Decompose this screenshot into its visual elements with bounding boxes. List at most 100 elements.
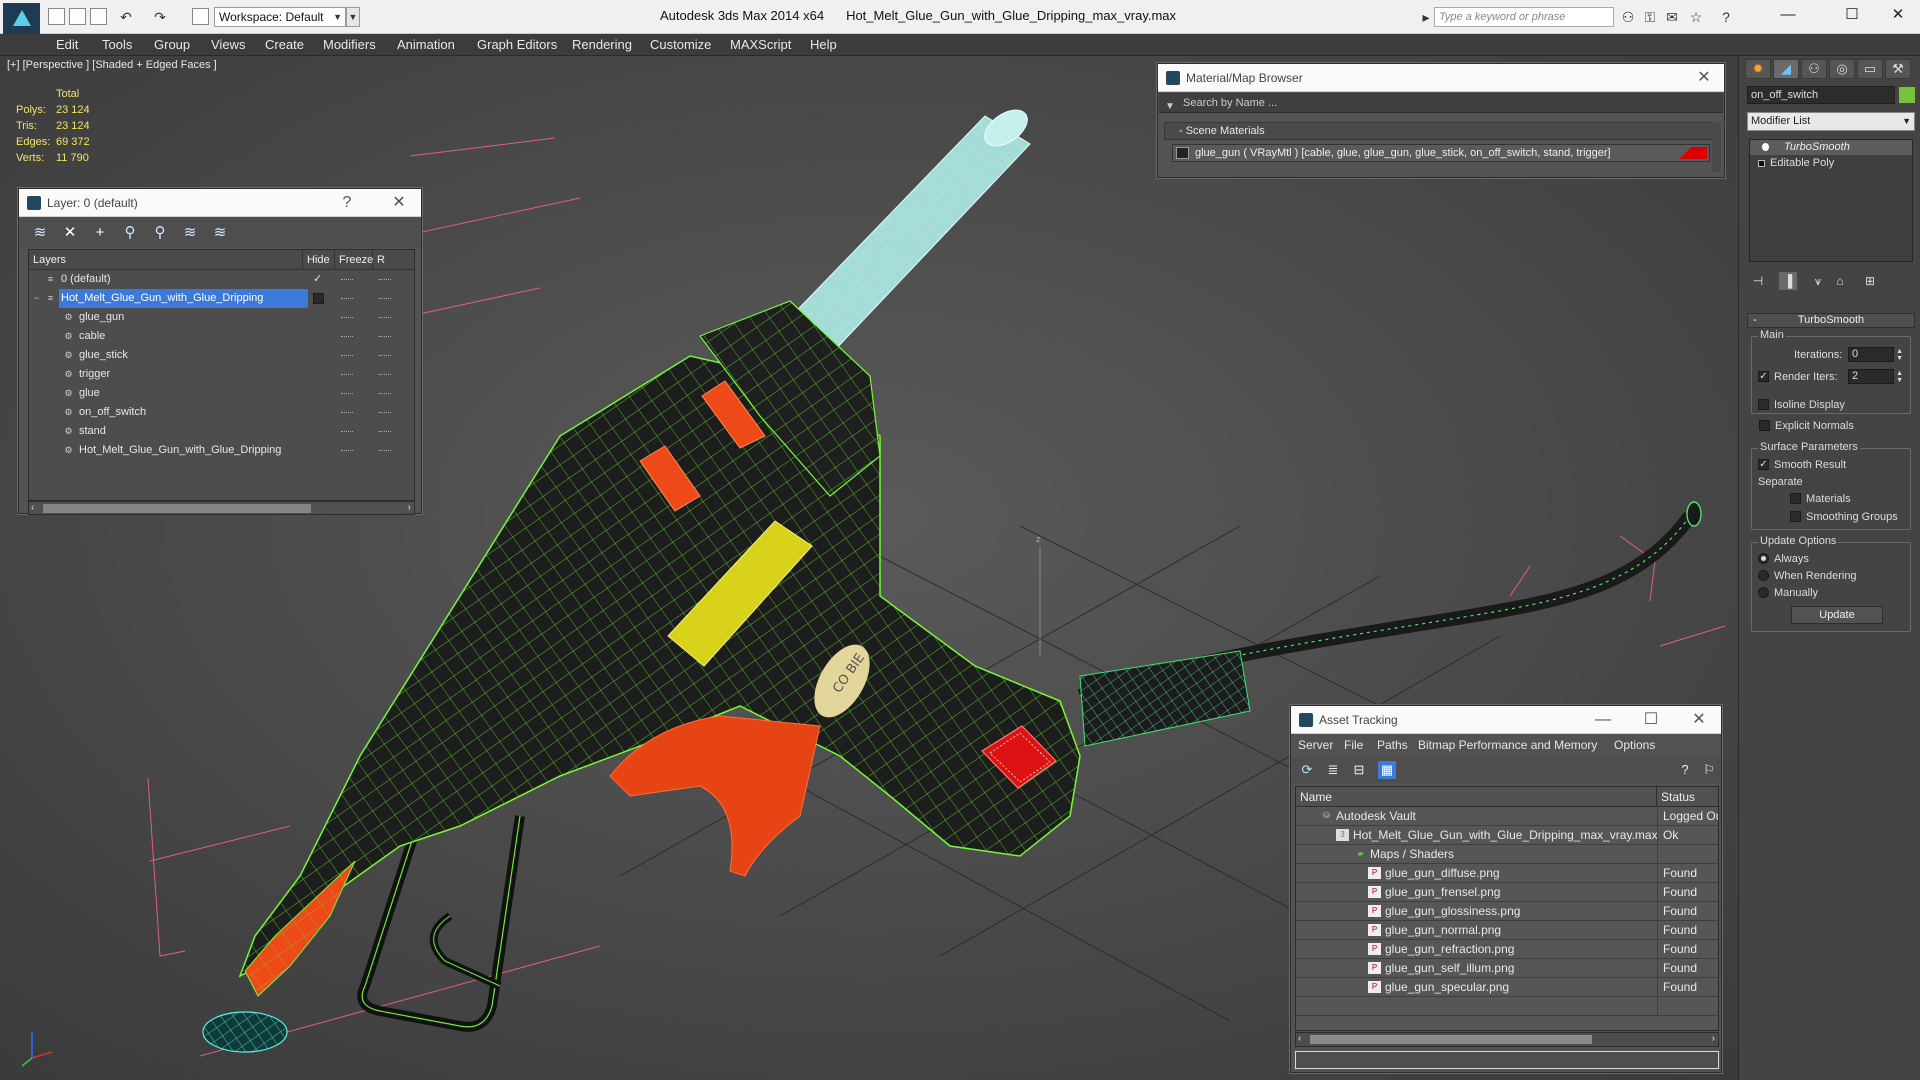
freeze-toggle[interactable] — [379, 412, 391, 413]
modifier-on-icon[interactable] — [1762, 143, 1769, 151]
make-unique-icon[interactable]: ⩛ — [1809, 272, 1827, 290]
update-always-radio[interactable] — [1758, 553, 1769, 564]
hierarchy-tab-icon[interactable]: ⚇ — [1801, 59, 1827, 79]
project-folder-icon[interactable] — [192, 8, 209, 25]
freeze-toggle[interactable] — [379, 317, 391, 318]
menu-group[interactable]: Group — [154, 34, 190, 56]
material-browser-titlebar[interactable]: Material/Map Browser ✕ — [1158, 64, 1724, 92]
minimize-button[interactable]: — — [1589, 706, 1617, 734]
hide-toggle[interactable] — [341, 279, 353, 280]
communication-center-icon[interactable]: ✉ — [1664, 9, 1680, 25]
close-button[interactable]: ✕ — [1880, 4, 1916, 26]
asset-table-scrollbar[interactable]: ‹ › — [1295, 1032, 1719, 1047]
layer-row-object[interactable]: ⚙ Hot_Melt_Glue_Gun_with_Glue_Dripping — [29, 441, 414, 460]
layer-row-object[interactable]: ⚙ stand — [29, 422, 414, 441]
motion-tab-icon[interactable]: ◎ — [1829, 59, 1855, 79]
open-file-icon[interactable] — [69, 8, 86, 25]
hide-toggle[interactable] — [341, 412, 353, 413]
close-icon[interactable]: ✕ — [385, 189, 413, 217]
close-icon[interactable]: ✕ — [1685, 706, 1713, 734]
asset-row-map[interactable]: P glue_gun_specular.png Found — [1296, 978, 1718, 997]
minimize-button[interactable]: — — [1770, 4, 1806, 26]
current-layer-check-icon[interactable]: ✓ — [313, 270, 322, 289]
create-tab-icon[interactable]: ✹ — [1745, 59, 1771, 79]
freeze-toggle[interactable] — [379, 374, 391, 375]
asset-row-max-file[interactable]: 3 Hot_Melt_Glue_Gun_with_Glue_Dripping_m… — [1296, 826, 1718, 845]
scroll-left-icon[interactable]: ‹ — [31, 502, 34, 513]
freeze-toggle[interactable] — [379, 450, 391, 451]
collapse-icon[interactable]: − — [31, 293, 42, 304]
explicit-normals-checkbox[interactable] — [1759, 420, 1770, 431]
menu-customize[interactable]: Customize — [650, 34, 711, 56]
app-logo-icon[interactable] — [3, 3, 40, 35]
menu-maxscript[interactable]: MAXScript — [730, 34, 791, 56]
remove-modifier-icon[interactable]: ⌂ — [1831, 272, 1849, 290]
spinner-arrows-icon[interactable]: ▲ ▼ — [1896, 348, 1903, 362]
search-expand-icon[interactable]: ▸ — [1418, 9, 1434, 25]
turbosmooth-rollout-header[interactable]: - TurboSmooth — [1747, 313, 1915, 328]
layer-row-object[interactable]: ⚙ cable — [29, 327, 414, 346]
workspace-select[interactable]: Workspace: Default ▼ — [214, 7, 346, 27]
update-button[interactable]: Update — [1791, 606, 1883, 624]
update-when-rendering-radio[interactable] — [1758, 570, 1769, 581]
hide-toggle[interactable] — [341, 355, 353, 356]
hide-toggle[interactable] — [341, 298, 353, 299]
layer-list-scrollbar[interactable]: ‹ › — [28, 501, 415, 515]
menu-create[interactable]: Create — [265, 34, 304, 56]
refresh-icon[interactable]: ⟳ — [1298, 761, 1316, 779]
layer-row-default[interactable]: ≡ 0 (default) ✓ — [29, 270, 414, 289]
add-to-layer-icon[interactable]: + — [90, 223, 110, 243]
menu-bitmap-performance[interactable]: Bitmap Performance and Memory — [1418, 735, 1597, 755]
layer-row-object[interactable]: ⚙ glue — [29, 384, 414, 403]
configure-sets-icon[interactable]: ⊞ — [1861, 272, 1879, 290]
expand-icon[interactable] — [1758, 160, 1765, 167]
scroll-thumb[interactable] — [1310, 1035, 1592, 1044]
utilities-tab-icon[interactable]: ⚒ — [1885, 59, 1911, 79]
col-name[interactable]: Name — [1296, 787, 1657, 807]
stack-item-turbosmooth[interactable]: TurboSmooth — [1750, 140, 1912, 155]
menu-tools[interactable]: Tools — [102, 34, 132, 56]
menu-rendering[interactable]: Rendering — [572, 34, 632, 56]
layer-row-object[interactable]: ⚙ trigger — [29, 365, 414, 384]
col-freeze[interactable]: Freeze — [335, 250, 373, 270]
freeze-toggle[interactable] — [379, 279, 391, 280]
hide-toggle[interactable] — [341, 431, 353, 432]
stack-item-editable-poly[interactable]: Editable Poly — [1750, 156, 1912, 171]
display-tab-icon[interactable]: ▭ — [1857, 59, 1883, 79]
binoculars-icon[interactable]: ⚇ — [1620, 9, 1636, 25]
menu-help[interactable]: Help — [810, 34, 837, 56]
layer-manager-titlebar[interactable]: Layer: 0 (default) ? ✕ — [19, 189, 421, 217]
scroll-thumb[interactable] — [43, 504, 311, 513]
freeze-toggle[interactable] — [379, 298, 391, 299]
iterations-spinner[interactable]: 0 ▲ ▼ — [1848, 347, 1903, 362]
separate-smoothing-groups-checkbox[interactable] — [1790, 511, 1801, 522]
highlight-layer-icon[interactable]: ⚲ — [150, 223, 170, 243]
maximize-button[interactable]: ☐ — [1834, 4, 1870, 26]
hide-toggle[interactable] — [341, 317, 353, 318]
search-options-icon[interactable]: ▼ — [1165, 97, 1175, 117]
help-icon[interactable]: ? — [1676, 761, 1694, 779]
help-button[interactable]: ? — [333, 189, 361, 217]
create-layer-icon[interactable]: ≋ — [30, 223, 50, 243]
freeze-toggle[interactable] — [379, 336, 391, 337]
asset-row-map[interactable]: P glue_gun_diffuse.png Found — [1296, 864, 1718, 883]
menu-edit[interactable]: Edit — [56, 34, 78, 56]
redo-icon[interactable]: ↷ — [152, 9, 168, 25]
layer-row-object[interactable]: ⚙ glue_stick — [29, 346, 414, 365]
modifier-list-dropdown[interactable]: Modifier List ▼ — [1747, 112, 1915, 131]
modify-tab-icon[interactable]: ◢ — [1773, 59, 1799, 79]
pin-stack-icon[interactable]: ⊣ — [1749, 272, 1767, 290]
asset-row-map[interactable]: P glue_gun_normal.png Found — [1296, 921, 1718, 940]
layer-row-hot-melt[interactable]: − ≡ Hot_Melt_Glue_Gun_with_Glue_Dripping — [29, 289, 414, 308]
asset-row-vault[interactable]: ⛁ Autodesk Vault Logged Out — [1296, 807, 1718, 826]
col-status[interactable]: Status — [1657, 787, 1718, 807]
render-iters-checkbox[interactable]: ✓ — [1758, 371, 1769, 382]
save-file-icon[interactable] — [90, 8, 107, 25]
hide-toggle[interactable] — [341, 450, 353, 451]
object-color-swatch[interactable] — [1899, 87, 1915, 103]
scene-materials-group[interactable]: - Scene Materials — [1164, 122, 1714, 140]
menu-server[interactable]: Server — [1298, 735, 1333, 755]
menu-file[interactable]: File — [1344, 735, 1363, 755]
select-objects-icon[interactable]: ⚲ — [120, 223, 140, 243]
update-manually-radio[interactable] — [1758, 587, 1769, 598]
